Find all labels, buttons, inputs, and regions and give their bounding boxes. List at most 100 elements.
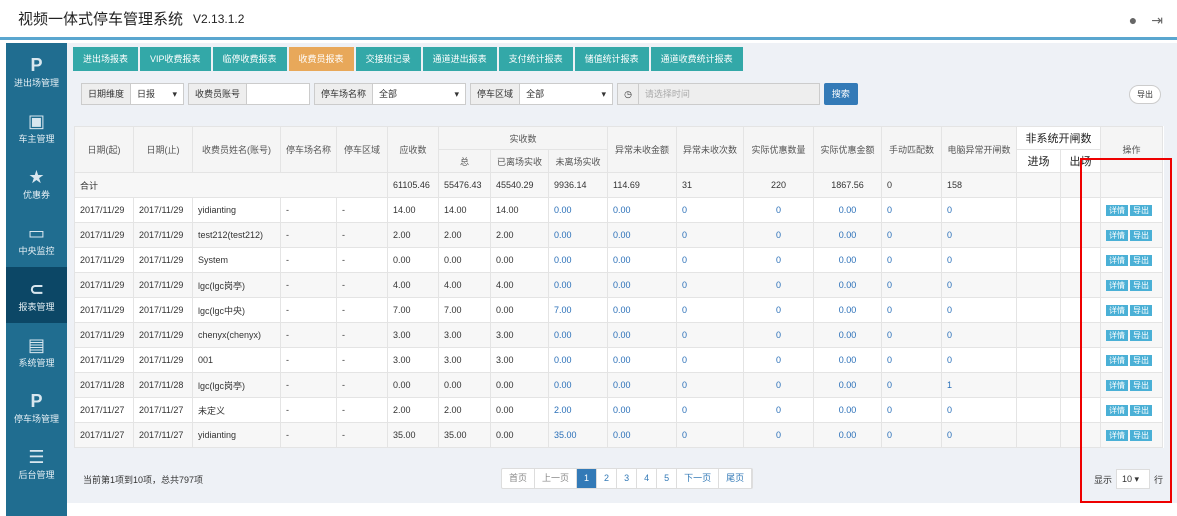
cell: 0.00: [607, 372, 678, 398]
park-name-select[interactable]: 停车场名称 全部 ▾: [314, 83, 467, 105]
sidebar-item[interactable]: P 进出场管理: [6, 43, 67, 99]
cell: -: [336, 272, 389, 298]
sidebar-icon: ⊂: [28, 278, 45, 299]
cell: 2017/11/29: [74, 297, 134, 323]
tab[interactable]: 交接班记录: [355, 47, 421, 71]
page-button[interactable]: 5: [657, 469, 678, 488]
cell: -: [279, 297, 338, 323]
cell: 0.00: [813, 297, 883, 323]
col-due: 应收数: [387, 126, 440, 173]
date-dimension-select[interactable]: 日期维度 日报 ▾: [81, 83, 185, 105]
caret-down-icon: ▾: [454, 89, 460, 99]
tab[interactable]: 通道收费统计报表: [650, 47, 743, 71]
cell: 0: [743, 197, 815, 223]
cell: -: [279, 347, 338, 373]
time-range-input[interactable]: 请选择时间: [639, 84, 819, 104]
cell: 0: [743, 372, 815, 398]
caret-down-icon: ▾: [172, 89, 178, 99]
tab[interactable]: VIP收费报表: [140, 47, 211, 71]
page-button[interactable]: 1: [577, 469, 598, 488]
cell: 0: [743, 222, 815, 248]
cell: 0: [881, 372, 943, 398]
total-label: 合计: [73, 172, 389, 198]
cell: 3.00: [490, 322, 550, 348]
cell: 0: [881, 222, 943, 248]
page-button[interactable]: 下一页: [677, 469, 720, 488]
cell: 0.00: [387, 247, 440, 273]
sidebar-item[interactable]: ▤ 系统管理: [6, 323, 67, 379]
cell: -: [279, 322, 338, 348]
highlight-box: [1080, 158, 1172, 503]
filter-bar: 日期维度 日报 ▾ 收费员账号 停车场名称 全部 ▾ 停车区域 全部 ▾ ◷ 请选择时间 搜索: [81, 83, 858, 105]
col-entry: 进场: [1016, 149, 1062, 173]
col-start-date: 日期(起): [74, 126, 134, 173]
table-row: 2017/11/29 2017/11/29 test212(test212) - -2.…: [74, 222, 1164, 248]
page-button[interactable]: 2: [597, 469, 618, 488]
cell: 2.00: [387, 222, 440, 248]
page-size-select[interactable]: 10 ▾: [1115, 469, 1150, 489]
cell: 2017/11/27: [74, 422, 134, 448]
top-bar: 视频一体式停车管理系统 V2.13.1.2 ● ⇥: [0, 0, 1177, 40]
sidebar-item[interactable]: ⊂ 报表管理: [6, 267, 67, 323]
cell: 61105.46: [387, 172, 440, 198]
cell: -: [279, 397, 338, 423]
cell: 2017/11/29: [74, 347, 134, 373]
page-button[interactable]: 上一页: [535, 469, 578, 488]
cell: 0: [941, 197, 1018, 223]
cell: System: [192, 247, 281, 273]
cell: -: [336, 247, 389, 273]
col-received-total: 总: [438, 149, 492, 173]
cell: 2017/11/29: [74, 247, 134, 273]
caret-down-icon: ▾: [601, 89, 607, 99]
logout-icon[interactable]: ⇥: [1151, 12, 1163, 29]
cell: 1867.56: [813, 172, 883, 198]
cell: 4.00: [490, 272, 550, 298]
user-icon[interactable]: ●: [1129, 12, 1137, 29]
cell: lgc(lgc岗亭): [192, 372, 281, 398]
tab[interactable]: 收费员报表: [288, 47, 354, 71]
collector-account-field[interactable]: 收费员账号: [188, 83, 311, 105]
page-size-control: 显示 10 ▾ 行: [1094, 469, 1163, 489]
cell: 2017/11/27: [74, 397, 134, 423]
page-button[interactable]: 首页: [502, 469, 536, 488]
cell: 0.00: [548, 272, 609, 298]
sidebar-item[interactable]: ▣ 车主管理: [6, 99, 67, 155]
cell: [1016, 222, 1062, 248]
page-button[interactable]: 3: [617, 469, 638, 488]
export-button[interactable]: 导出: [1129, 85, 1161, 104]
tab[interactable]: 支付统计报表: [498, 47, 573, 71]
cell: 35.00: [387, 422, 440, 448]
search-button[interactable]: 搜索: [823, 83, 858, 105]
cell: 2017/11/29: [74, 222, 134, 248]
cell: -: [279, 422, 338, 448]
cell: 0: [676, 197, 745, 223]
cell: 0: [676, 322, 745, 348]
sidebar-item[interactable]: P 停车场管理: [6, 379, 67, 435]
tab[interactable]: 通道进出报表: [422, 47, 497, 71]
date-dimension-label: 日期维度: [82, 84, 132, 104]
cell: 0: [676, 222, 745, 248]
cell: 0.00: [813, 322, 883, 348]
tab[interactable]: 储值统计报表: [574, 47, 649, 71]
sidebar-item[interactable]: ★ 优惠券: [6, 155, 67, 211]
park-name-value: 全部: [379, 89, 398, 99]
collector-account-input[interactable]: [247, 84, 309, 104]
tab[interactable]: 临停收费报表: [212, 47, 287, 71]
page-button[interactable]: 尾页: [719, 469, 753, 488]
cell: -: [279, 272, 338, 298]
cell: 0: [881, 172, 943, 198]
tab[interactable]: 进出场报表: [73, 47, 139, 71]
cell: -: [336, 197, 389, 223]
sidebar-item[interactable]: ☰ 后台管理: [6, 435, 67, 491]
page-button[interactable]: 4: [637, 469, 658, 488]
sidebar-item[interactable]: ▭ 中央监控: [6, 211, 67, 267]
cell: 0: [941, 397, 1018, 423]
cell: 0.00: [607, 397, 678, 423]
cell: 0: [743, 347, 815, 373]
park-area-select[interactable]: 停车区域 全部 ▾: [470, 83, 614, 105]
time-range-field[interactable]: ◷ 请选择时间: [617, 83, 820, 105]
cell: [1016, 322, 1062, 348]
col-abnormal-amount: 异常未收金额: [607, 126, 678, 173]
cell: 2017/11/28: [74, 372, 134, 398]
col-park-name: 停车场名称: [279, 126, 338, 173]
